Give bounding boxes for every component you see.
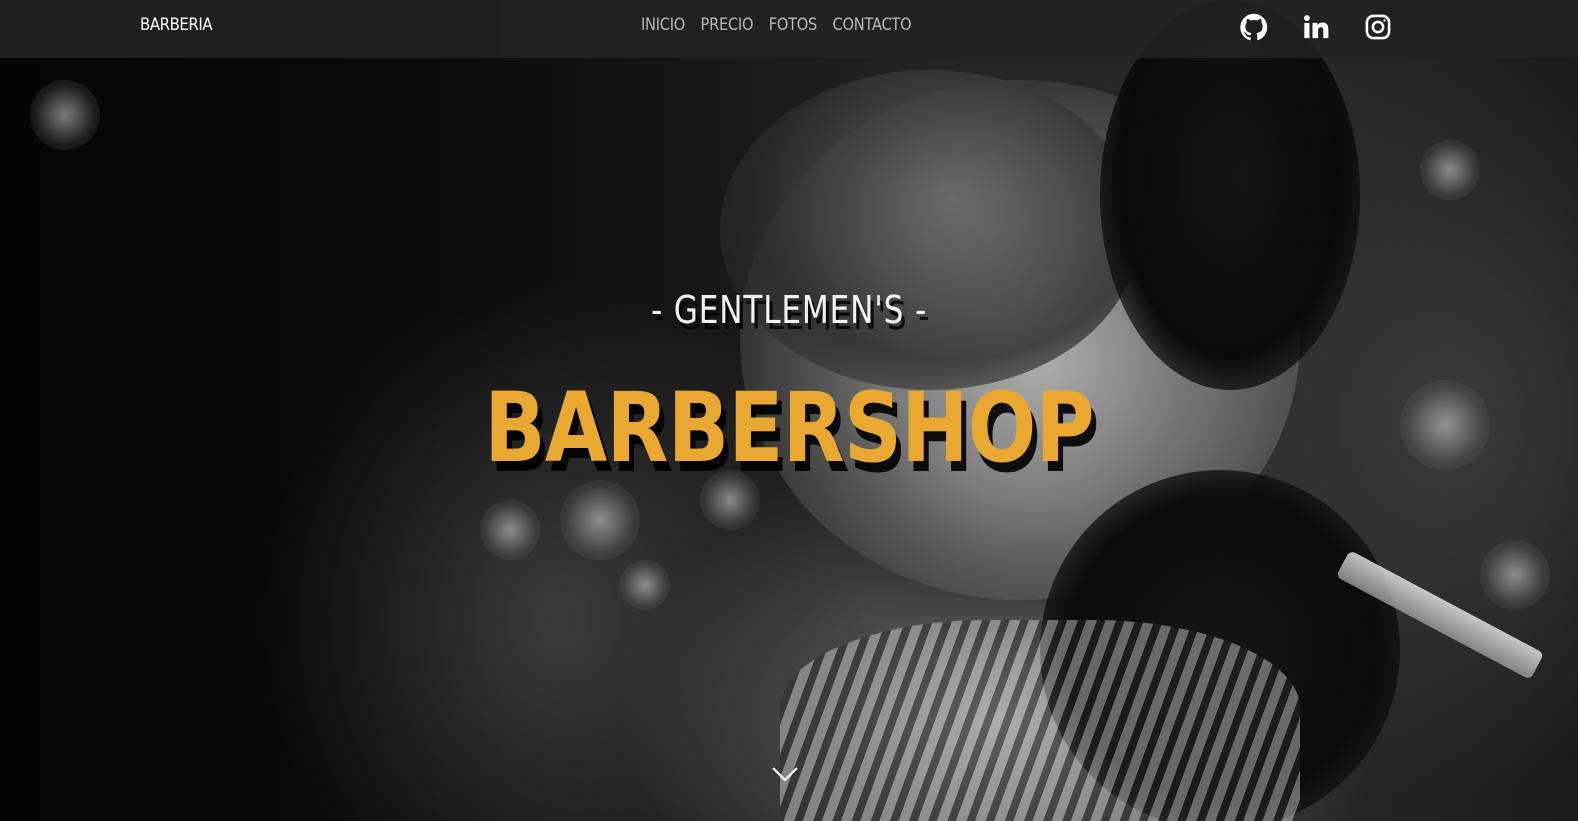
hero-subtitle: - GENTLEMEN'S - (650, 288, 928, 332)
hero-section: BARBERIA INICIO PRECIO FOTOS CONTACTO - … (0, 0, 1578, 821)
nav-link-inicio[interactable]: INICIO (641, 15, 685, 35)
github-icon[interactable] (1240, 13, 1268, 41)
brand-logo-link[interactable]: BARBERIA (140, 15, 213, 35)
nav-link-fotos[interactable]: FOTOS (769, 15, 818, 35)
nav-link-precio[interactable]: PRECIO (701, 15, 754, 35)
chevron-down-icon[interactable] (771, 764, 799, 784)
instagram-icon[interactable] (1364, 13, 1392, 41)
hero-title: BARBERSHOP (484, 372, 1094, 484)
nav-link-contacto[interactable]: CONTACTO (833, 15, 912, 35)
top-navbar: BARBERIA INICIO PRECIO FOTOS CONTACTO (0, 0, 1578, 58)
nav-links: INICIO PRECIO FOTOS CONTACTO (641, 15, 912, 35)
linkedin-icon[interactable] (1302, 13, 1330, 41)
